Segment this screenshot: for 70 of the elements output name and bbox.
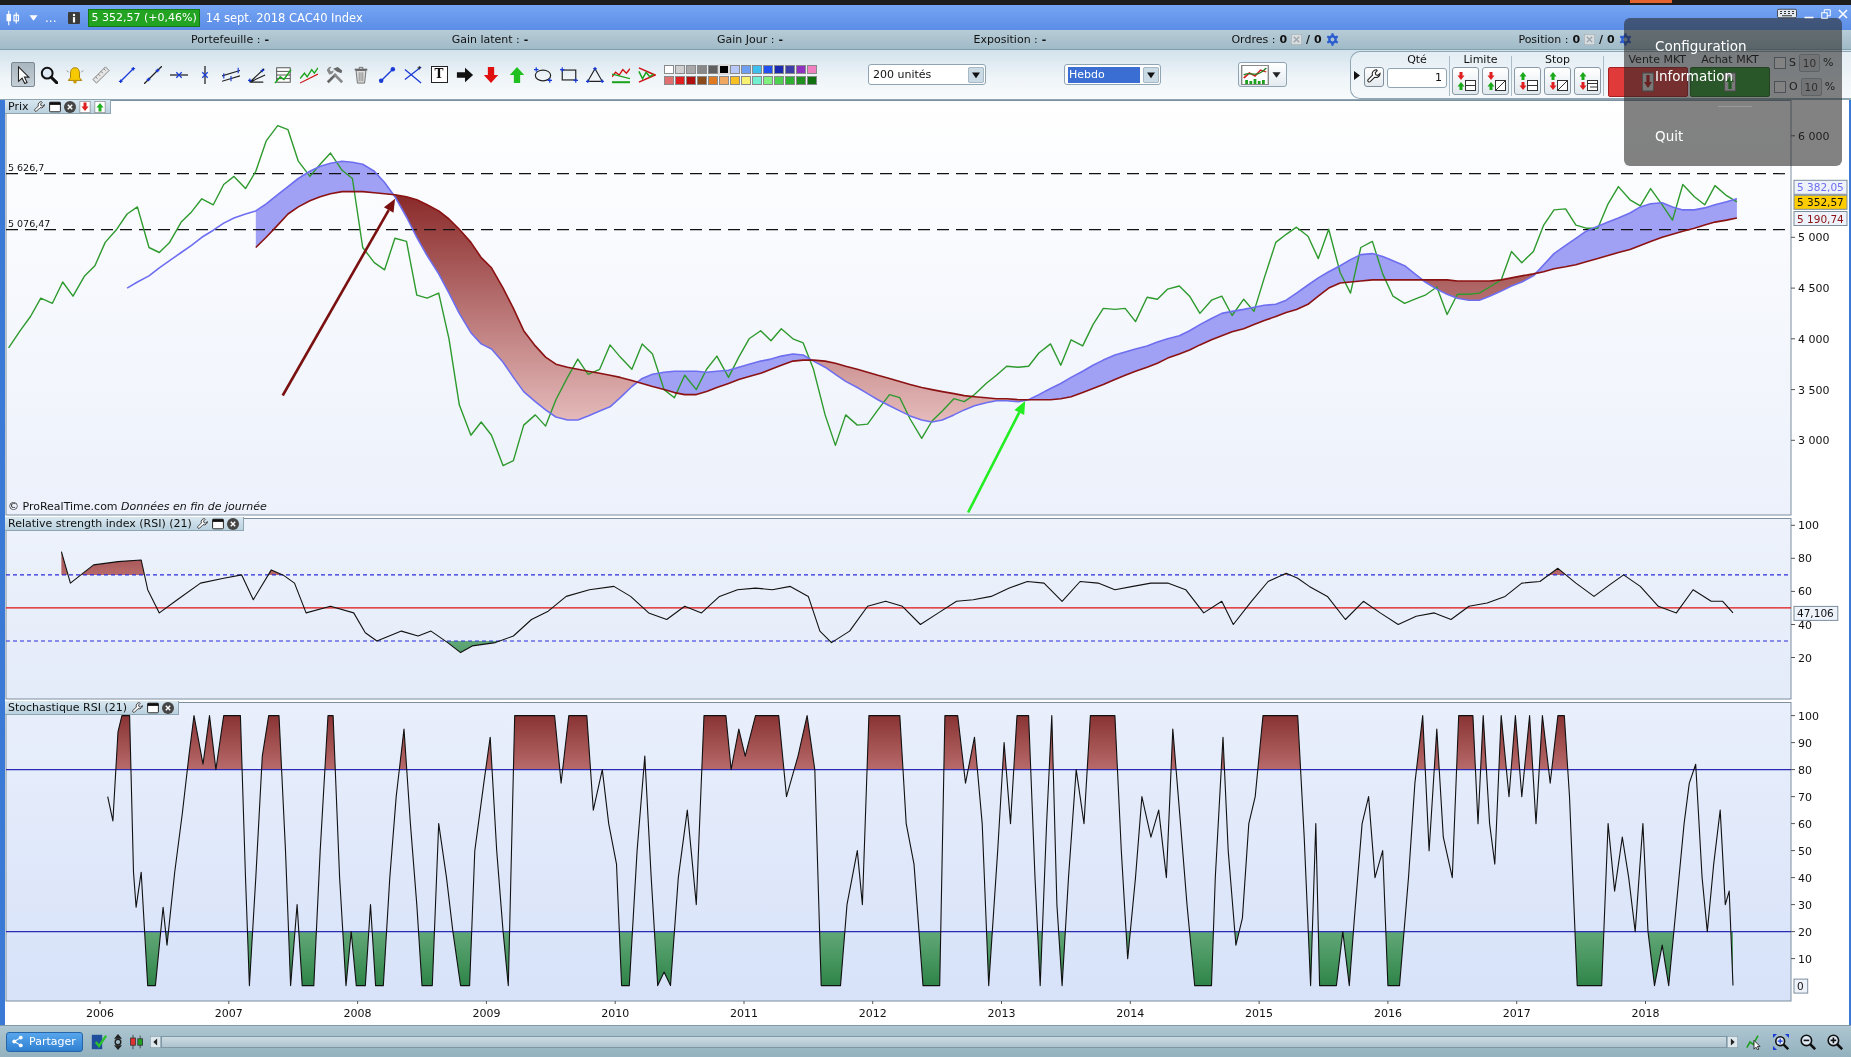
axis-label: 4 000 xyxy=(1798,332,1830,346)
info-value: - xyxy=(264,33,269,46)
panel-title: Relative strength index (RSI) (21) xyxy=(8,517,192,530)
axis-label: 50 xyxy=(1798,844,1812,858)
axis-label: 2007 xyxy=(214,1007,243,1020)
axis-label: 10 xyxy=(1798,952,1812,966)
axis-label: 70 xyxy=(1798,790,1812,804)
axis-label: 2006 xyxy=(86,1007,114,1020)
axis-label: 3 500 xyxy=(1798,383,1830,397)
axis-label: 6 000 xyxy=(1798,129,1830,143)
axis-label: 2018 xyxy=(1631,1007,1660,1020)
option-label: O xyxy=(1789,80,1798,93)
axis-label: 2017 xyxy=(1502,1007,1531,1020)
value-tag: 5 352,57 xyxy=(1793,194,1848,210)
info-label: Gain Jour : xyxy=(716,33,775,46)
window-title: 14 sept. 2018 CAC40 Index xyxy=(205,10,363,25)
level-label: 5 626,7 xyxy=(8,161,45,173)
value-tag: 0 xyxy=(1793,978,1809,994)
axis-label: 2015 xyxy=(1245,1007,1274,1020)
axis-label: 80 xyxy=(1798,552,1812,566)
option-label: S xyxy=(1789,56,1796,69)
sell-label: Vente MKT xyxy=(1628,52,1686,66)
info-value: - xyxy=(778,33,783,46)
axis-label: 20 xyxy=(1798,651,1812,665)
value-tag: 5 382,05 xyxy=(1793,179,1848,195)
axis-label: 4 500 xyxy=(1798,282,1830,296)
panel-title: Prix xyxy=(8,100,29,113)
info-label: Gain latent : xyxy=(451,33,520,46)
axis-label: 40 xyxy=(1798,618,1812,632)
axis-label: 20 xyxy=(1798,925,1812,939)
axis-label: 5 000 xyxy=(1798,231,1830,245)
axis-label: 80 xyxy=(1798,763,1812,777)
info-value: / 0 xyxy=(1306,33,1322,46)
unit-label: % xyxy=(1823,56,1834,69)
axis-label: 2014 xyxy=(1116,1007,1145,1020)
axis-label: 100 xyxy=(1798,519,1819,533)
axis-label: 2012 xyxy=(858,1007,887,1020)
axis-label: 2016 xyxy=(1373,1007,1402,1020)
axis-label: 60 xyxy=(1798,817,1812,831)
axis-label: 2010 xyxy=(601,1007,630,1020)
axis-label: 2011 xyxy=(730,1007,758,1020)
limit-label: Limite xyxy=(1463,52,1498,66)
axis-label: 30 xyxy=(1798,898,1812,912)
unit-label: % xyxy=(1824,80,1836,93)
info-value: 0 xyxy=(1279,33,1288,46)
info-label: Position : xyxy=(1518,33,1569,46)
info-value: / 0 xyxy=(1599,33,1615,46)
quantity-label: Qté xyxy=(1407,52,1427,66)
axis-label: 40 xyxy=(1798,871,1812,885)
panel-title: Stochastique RSI (21) xyxy=(8,701,128,714)
info-label: Ordres : xyxy=(1231,33,1276,46)
stop-label: Stop xyxy=(1545,52,1570,66)
level-label: 5 076,47 xyxy=(8,217,51,229)
axis-label: 100 xyxy=(1798,709,1819,723)
value-tag: 5 190,74 xyxy=(1793,211,1848,226)
axis-label: 2009 xyxy=(472,1007,501,1020)
price-change-badge: 5 352,57 (+0,46%) xyxy=(88,8,200,27)
axis-label: 3 000 xyxy=(1798,434,1830,448)
info-value: 0 xyxy=(1572,33,1581,46)
axis-label: 2008 xyxy=(343,1007,372,1020)
buy-label: Achat MKT xyxy=(1701,52,1759,66)
value-tag: 47,106 xyxy=(1793,605,1839,621)
info-label: Portefeuille : xyxy=(191,33,261,46)
info-value: - xyxy=(523,33,529,46)
axis-label: 60 xyxy=(1798,585,1812,599)
info-label: Exposition : xyxy=(973,33,1038,46)
copyright-notice: © ProRealTime.com Données en fin de journée xyxy=(8,500,267,513)
axis-label: 2013 xyxy=(987,1007,1016,1020)
info-value: - xyxy=(1041,33,1047,46)
axis-label: 90 xyxy=(1798,736,1812,750)
